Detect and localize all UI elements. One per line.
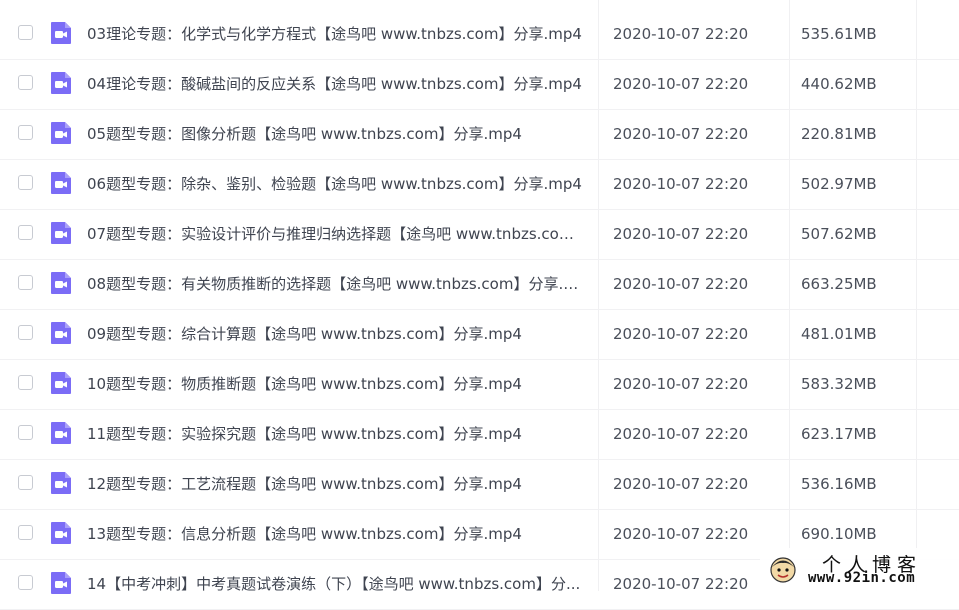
video-file-icon [51,272,71,294]
video-file-icon [51,422,71,444]
file-date: 2020-10-07 22:20 [613,175,749,193]
row-checkbox[interactable] [18,525,33,540]
file-date: 2020-10-07 22:20 [613,425,749,443]
row-checkbox[interactable] [18,375,33,390]
file-name[interactable]: 08题型专题：有关物质推断的选择题【途鸟吧 www.tnbzs.com】分享.m… [87,274,587,294]
file-size: 535.61MB [801,25,877,43]
file-row[interactable]: 10题型专题：物质推断题【途鸟吧 www.tnbzs.com】分享.mp4 202… [0,360,959,410]
file-size: 690.10MB [801,525,877,543]
video-file-icon [51,22,71,44]
file-size: 481.01MB [801,325,877,343]
file-size: 663.25MB [801,275,877,293]
file-name[interactable]: 03理论专题：化学式与化学方程式【途鸟吧 www.tnbzs.com】分享.mp… [87,24,587,44]
video-file-icon [51,472,71,494]
video-file-icon [51,372,71,394]
row-checkbox[interactable] [18,125,33,140]
file-row[interactable]: 12题型专题：工艺流程题【途鸟吧 www.tnbzs.com】分享.mp4 202… [0,460,959,510]
file-row[interactable]: 09题型专题：综合计算题【途鸟吧 www.tnbzs.com】分享.mp4 202… [0,310,959,360]
file-name[interactable]: 11题型专题：实验探究题【途鸟吧 www.tnbzs.com】分享.mp4 [87,424,587,444]
file-size: 536.16MB [801,475,877,493]
file-date: 2020-10-07 22:20 [613,125,749,143]
file-date: 2020-10-07 22:20 [613,275,749,293]
video-file-icon [51,122,71,144]
video-file-icon [51,172,71,194]
row-checkbox[interactable] [18,75,33,90]
file-name[interactable]: 14【中考冲刺】中考真题试卷演练（下）【途鸟吧 www.tnbzs.com】分.… [87,574,587,594]
file-row[interactable]: 08题型专题：有关物质推断的选择题【途鸟吧 www.tnbzs.com】分享.m… [0,260,959,310]
row-checkbox[interactable] [18,225,33,240]
row-checkbox[interactable] [18,475,33,490]
file-date: 2020-10-07 22:20 [613,375,749,393]
file-name[interactable]: 05题型专题：图像分析题【途鸟吧 www.tnbzs.com】分享.mp4 [87,124,587,144]
file-size: 502.97MB [801,175,877,193]
row-checkbox[interactable] [18,25,33,40]
file-row[interactable]: 07题型专题：实验设计评价与推理归纳选择题【途鸟吧 www.tnbzs.com.… [0,210,959,260]
file-name[interactable]: 06题型专题：除杂、鉴别、检验题【途鸟吧 www.tnbzs.com】分享.mp… [87,174,587,194]
video-file-icon [51,222,71,244]
row-checkbox[interactable] [18,275,33,290]
file-date: 2020-10-07 22:20 [613,325,749,343]
file-name[interactable]: 10题型专题：物质推断题【途鸟吧 www.tnbzs.com】分享.mp4 [87,374,587,394]
file-date: 2020-10-07 22:20 [613,25,749,43]
file-size: 440.62MB [801,75,877,93]
file-row[interactable]: 04理论专题：酸碱盐间的反应关系【途鸟吧 www.tnbzs.com】分享.mp… [0,60,959,110]
file-size: 623.17MB [801,425,877,443]
file-list: 03理论专题：化学式与化学方程式【途鸟吧 www.tnbzs.com】分享.mp… [0,10,959,610]
watermark: 个人博客 www.92in.com [760,548,959,591]
row-checkbox[interactable] [18,175,33,190]
file-size: 220.81MB [801,125,877,143]
file-row[interactable]: 06题型专题：除杂、鉴别、检验题【途鸟吧 www.tnbzs.com】分享.mp… [0,160,959,210]
file-name[interactable]: 12题型专题：工艺流程题【途鸟吧 www.tnbzs.com】分享.mp4 [87,474,587,494]
file-name[interactable]: 09题型专题：综合计算题【途鸟吧 www.tnbzs.com】分享.mp4 [87,324,587,344]
file-date: 2020-10-07 22:20 [613,525,749,543]
video-file-icon [51,572,71,594]
file-name[interactable]: 13题型专题：信息分析题【途鸟吧 www.tnbzs.com】分享.mp4 [87,524,587,544]
video-file-icon [51,322,71,344]
file-name[interactable]: 07题型专题：实验设计评价与推理归纳选择题【途鸟吧 www.tnbzs.com.… [87,224,587,244]
video-file-icon [51,72,71,94]
cartoon-face-icon [770,557,796,583]
file-size: 583.32MB [801,375,877,393]
row-checkbox[interactable] [18,425,33,440]
file-date: 2020-10-07 22:20 [613,225,749,243]
file-row[interactable]: 03理论专题：化学式与化学方程式【途鸟吧 www.tnbzs.com】分享.mp… [0,10,959,60]
file-row[interactable]: 11题型专题：实验探究题【途鸟吧 www.tnbzs.com】分享.mp4 202… [0,410,959,460]
video-file-icon [51,522,71,544]
watermark-url: www.92in.com [808,570,916,586]
file-date: 2020-10-07 22:20 [613,575,749,593]
file-date: 2020-10-07 22:20 [613,75,749,93]
file-name[interactable]: 04理论专题：酸碱盐间的反应关系【途鸟吧 www.tnbzs.com】分享.mp… [87,74,587,94]
file-row[interactable]: 05题型专题：图像分析题【途鸟吧 www.tnbzs.com】分享.mp4 202… [0,110,959,160]
file-size: 507.62MB [801,225,877,243]
file-date: 2020-10-07 22:20 [613,475,749,493]
row-checkbox[interactable] [18,575,33,590]
row-checkbox[interactable] [18,325,33,340]
